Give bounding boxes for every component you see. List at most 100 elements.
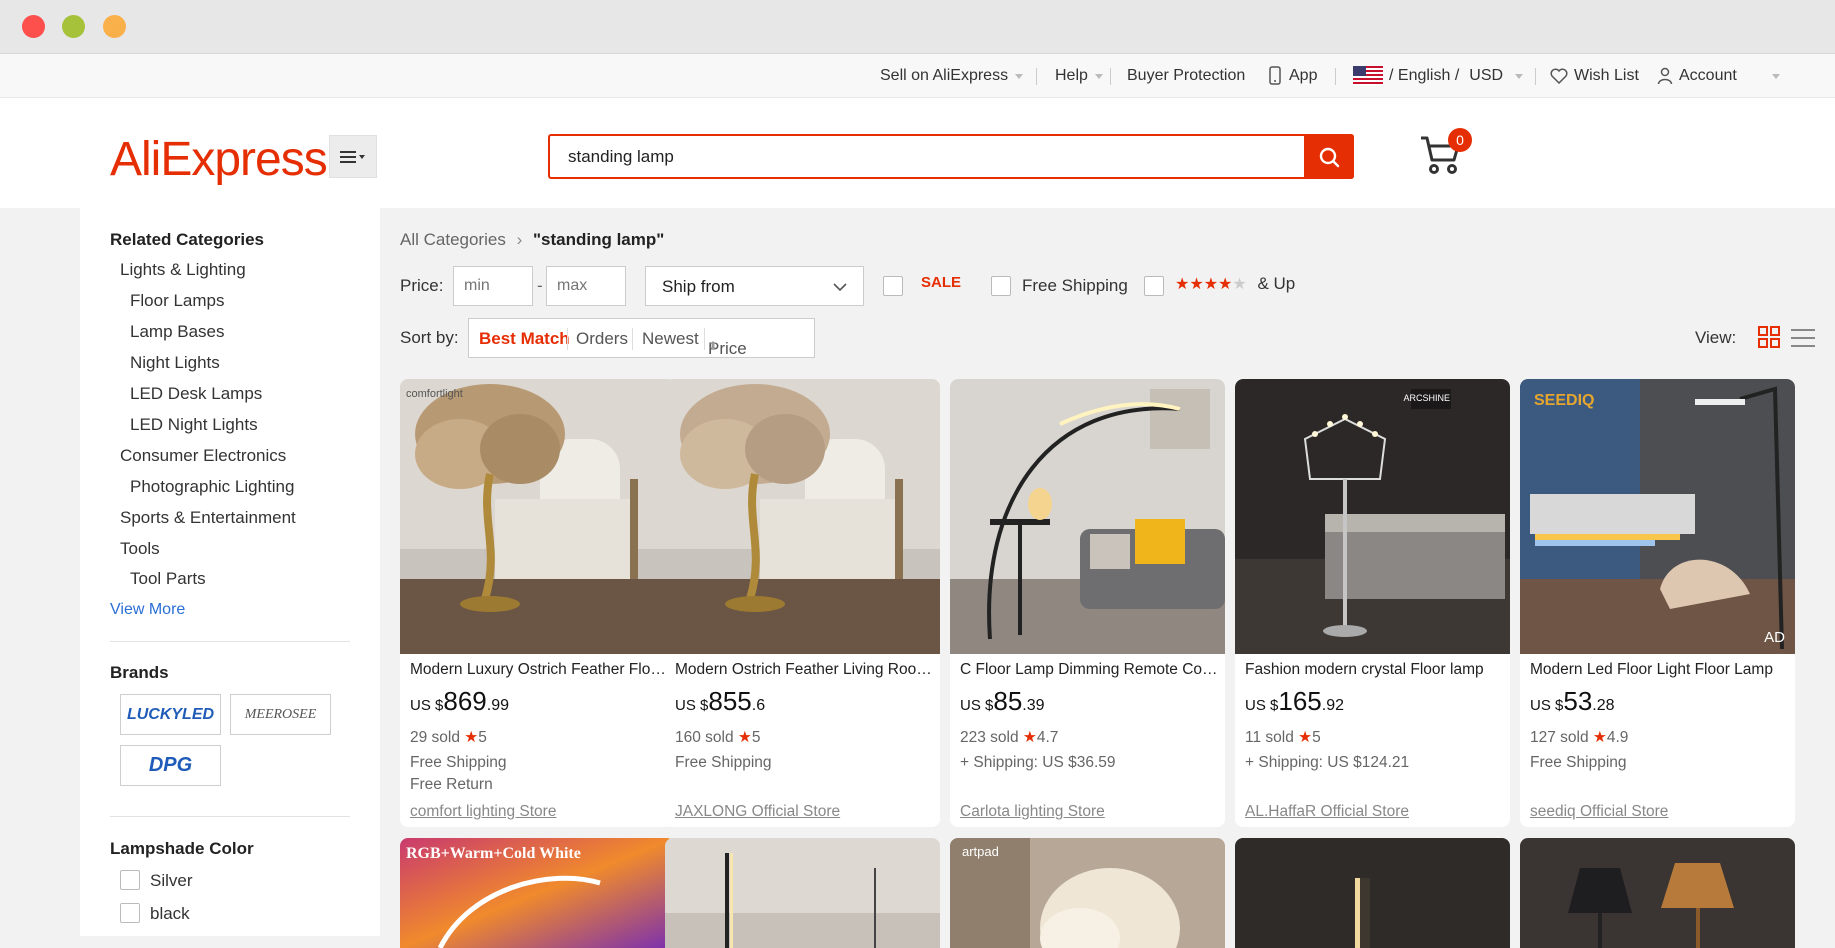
us-flag-icon	[1353, 66, 1383, 86]
sale-checkbox[interactable]	[883, 276, 903, 296]
hamburger-icon	[340, 150, 365, 163]
price-currency: US $	[960, 697, 994, 714]
store-link[interactable]: comfort lighting Store	[410, 803, 556, 821]
grid-view-icon[interactable]	[1758, 326, 1780, 348]
product-image[interactable]: ARCSHINE	[1235, 379, 1510, 654]
price-integer: 855	[708, 686, 752, 716]
price-dash: -	[537, 276, 543, 295]
image-watermark: artpad	[962, 844, 999, 859]
product-card[interactable]: SEEDIQ AD Modern Led Floor Light Floor L…	[1520, 379, 1795, 827]
brand-luckyled[interactable]: LUCKYLED	[120, 694, 221, 735]
color-checkbox-black[interactable]	[120, 903, 140, 923]
maximize-window-button[interactable]	[103, 15, 126, 38]
divider	[632, 328, 633, 350]
rating-filter-checkbox[interactable]	[1144, 276, 1164, 296]
view-more-link[interactable]: View More	[110, 601, 185, 619]
product-image[interactable]	[1520, 838, 1795, 948]
wish-list-link[interactable]: Wish List	[1550, 54, 1639, 98]
sort-orders[interactable]: Orders	[576, 329, 628, 349]
sell-on-aliexpress-link[interactable]: Sell on AliExpress	[880, 54, 1024, 98]
product-card[interactable]: Modern Ostrich Feather Living Room Floor…	[665, 379, 940, 827]
product-image[interactable]	[665, 379, 940, 654]
price-decimal: .99	[486, 697, 509, 714]
heart-icon	[1550, 68, 1568, 84]
category-link[interactable]: Consumer Electronics	[120, 446, 286, 466]
top-navigation: Sell on AliExpress Help Buyer Protection…	[0, 54, 1835, 98]
brand-dpg[interactable]: DPG	[120, 745, 221, 786]
product-image[interactable]: SEEDIQ AD	[1520, 379, 1795, 654]
results-area: All Categories › "standing lamp" Price: …	[380, 208, 1835, 948]
aliexpress-logo[interactable]: AliExpress	[110, 132, 328, 187]
color-checkbox-silver[interactable]	[120, 870, 140, 890]
product-card[interactable]: ARCSHINE Fashion modern crystal Floor la…	[1235, 379, 1510, 827]
product-title[interactable]: Modern Luxury Ostrich Feather Floor Lamp	[410, 661, 668, 679]
product-image[interactable]: artpad	[950, 838, 1225, 948]
category-link[interactable]: LED Desk Lamps	[130, 384, 262, 404]
product-image[interactable]: comfortlight	[400, 379, 675, 654]
brand-label: DPG	[148, 754, 193, 776]
store-link[interactable]: JAXLONG Official Store	[675, 803, 840, 821]
sort-newest[interactable]: Newest	[642, 329, 699, 349]
category-link[interactable]: LED Night Lights	[130, 415, 258, 435]
ship-from-select[interactable]: Ship from	[645, 266, 864, 306]
product-image[interactable]	[665, 838, 940, 948]
phone-icon	[1269, 66, 1281, 85]
product-card[interactable]: comfortlight Modern Luxury Ostrich Feath…	[400, 379, 675, 827]
app-link[interactable]: App	[1268, 54, 1317, 98]
sold-count: 223 sold	[960, 729, 1019, 746]
star-icon: ★	[464, 729, 479, 746]
chevron-down-icon	[1771, 73, 1780, 79]
category-menu-button[interactable]	[329, 135, 377, 178]
product-title[interactable]: Modern Ostrich Feather Living Room Floor…	[675, 661, 933, 679]
price-max-input[interactable]	[546, 266, 626, 306]
category-link[interactable]: Lamp Bases	[130, 322, 225, 342]
category-link[interactable]: Sports & Entertainment	[120, 508, 296, 528]
sold-count: 127 sold	[1530, 729, 1589, 746]
search-input[interactable]	[568, 145, 1288, 169]
category-link[interactable]: Photographic Lighting	[130, 477, 294, 497]
store-link[interactable]: Carlota lighting Store	[960, 803, 1105, 821]
sold-count: 11 sold	[1245, 729, 1294, 746]
product-title[interactable]: Fashion modern crystal Floor lamp	[1245, 661, 1503, 679]
product-title[interactable]: Modern Led Floor Light Floor Lamp	[1530, 661, 1788, 679]
star-icon: ★	[737, 729, 752, 746]
product-image[interactable]: RGB+Warm+Cold White	[400, 838, 675, 948]
category-link[interactable]: Night Lights	[130, 353, 220, 373]
sort-best-match[interactable]: Best Match	[479, 329, 570, 349]
price-currency: US $	[410, 697, 444, 714]
account-menu[interactable]: Account	[1657, 54, 1780, 98]
search-icon	[1319, 147, 1340, 167]
category-link[interactable]: Lights & Lighting	[120, 260, 246, 280]
minimize-window-button[interactable]	[62, 15, 85, 38]
rating-value: 4.7	[1036, 729, 1059, 746]
category-link[interactable]: Floor Lamps	[130, 291, 224, 311]
product-image[interactable]	[1235, 838, 1510, 948]
brands-heading: Brands	[110, 663, 169, 682]
rating-value: 5	[751, 729, 761, 746]
breadcrumb-all-categories[interactable]: All Categories	[400, 230, 506, 249]
category-link[interactable]: Tools	[120, 539, 160, 559]
brand-meerosee[interactable]: MEEROSEE	[230, 694, 331, 735]
product-title[interactable]: C Floor Lamp Dimming Remote Control	[960, 661, 1218, 679]
price-integer: 85	[993, 686, 1023, 716]
product-sold: 160 sold ★5	[675, 728, 760, 747]
price-currency: US $	[1245, 697, 1279, 714]
free-shipping-checkbox[interactable]	[991, 276, 1011, 296]
buyer-protection-link[interactable]: Buyer Protection	[1127, 54, 1245, 98]
product-card[interactable]: C Floor Lamp Dimming Remote Control US $…	[950, 379, 1225, 827]
product-image[interactable]	[950, 379, 1225, 654]
chevron-right-icon: ›	[516, 230, 523, 249]
store-link[interactable]: seediq Official Store	[1530, 803, 1668, 821]
lampshade-color-heading: Lampshade Color	[110, 839, 254, 858]
price-min-input[interactable]	[453, 266, 533, 306]
language-currency-selector[interactable]: / English / USD	[1353, 54, 1524, 98]
close-window-button[interactable]	[22, 15, 45, 38]
divider	[110, 641, 350, 642]
search-button[interactable]	[1304, 134, 1354, 179]
category-link[interactable]: Tool Parts	[130, 569, 206, 589]
rating-filter: ★★★★★ & Up	[1175, 274, 1295, 294]
store-link[interactable]: AL.HaffaR Official Store	[1245, 803, 1409, 821]
app-label: App	[1289, 67, 1318, 84]
list-view-icon[interactable]	[1791, 327, 1815, 349]
help-menu[interactable]: Help	[1055, 54, 1103, 98]
